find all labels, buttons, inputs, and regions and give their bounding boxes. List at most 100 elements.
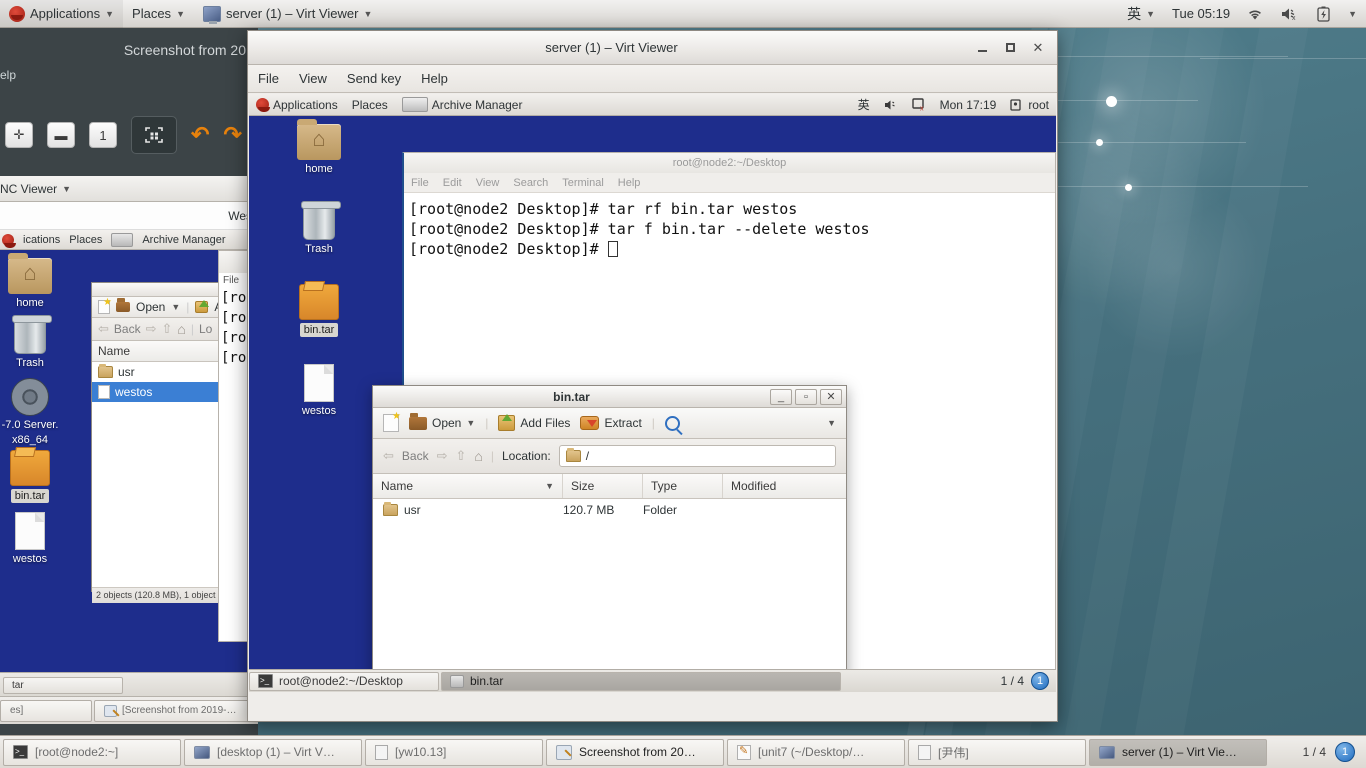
guest-task-archive[interactable]: bin.tar: [441, 671, 841, 691]
bg-host-task[interactable]: [Screenshot from 2019-…: [94, 699, 254, 722]
new-archive-icon[interactable]: [383, 411, 401, 432]
rotate-left-icon[interactable]: ↶: [191, 122, 209, 148]
location-input[interactable]: /: [558, 445, 836, 467]
guest-applications-menu[interactable]: Applications: [249, 94, 345, 116]
guest-desktop-icon-bintar[interactable]: bin.tar: [284, 284, 354, 337]
guest-clock[interactable]: Mon 17:19: [933, 94, 1004, 116]
zoom-out-icon[interactable]: ▬: [47, 122, 75, 148]
up-icon[interactable]: ⇧: [162, 321, 173, 337]
zoom-in-icon[interactable]: ✛: [5, 122, 33, 148]
rotate-right-icon[interactable]: ↷: [223, 122, 241, 148]
forward-icon[interactable]: ⇨: [146, 321, 157, 337]
bg-desktop-icon-trash[interactable]: Trash: [0, 315, 65, 369]
applications-menu[interactable]: Applications ▼: [0, 0, 124, 28]
menu-file[interactable]: File: [248, 67, 289, 90]
open-button[interactable]: Open ▼: [409, 412, 475, 430]
search-icon[interactable]: [664, 415, 680, 431]
minimize-button[interactable]: [975, 41, 989, 55]
chevron-down-icon[interactable]: ▼: [466, 418, 475, 428]
forward-icon[interactable]: ⇨: [437, 448, 448, 464]
guest-screen[interactable]: Applications Places Archive Manager 英 x …: [249, 94, 1056, 692]
host-task-desktop-virt-viewer[interactable]: [desktop (1) – Virt V…: [184, 738, 362, 766]
guest-desktop[interactable]: home Trash bin.tar westos root@n: [249, 116, 1056, 692]
host-task-yw1013[interactable]: [yw10.13]: [365, 738, 543, 766]
input-method-indicator[interactable]: 英 ▼: [1118, 0, 1164, 28]
background-viewer-selector[interactable]: NC Viewer ▼: [0, 176, 258, 202]
host-task-screenshot[interactable]: Screenshot from 20…: [546, 738, 724, 766]
maximize-button[interactable]: ▫: [795, 388, 817, 405]
window-menu-virt-viewer[interactable]: server (1) – Virt Viewer ▼: [194, 0, 381, 28]
guest-taskbar: >_ root@node2:~/Desktop bin.tar 1 / 4 1: [249, 669, 1056, 692]
terminal-menu-help[interactable]: Help: [611, 177, 648, 189]
bg-guest-task[interactable]: tar: [3, 677, 123, 694]
background-screenshot-viewer[interactable]: Screenshot from 20 elp ✛ ▬ 1 ↶ ↷ NC View…: [0, 28, 258, 766]
home-icon[interactable]: ⌂: [177, 321, 185, 337]
menu-view[interactable]: View: [289, 67, 337, 90]
close-button[interactable]: ✕: [1031, 41, 1045, 55]
volume-muted-icon[interactable]: x: [1272, 0, 1308, 28]
terminal-menu-search[interactable]: Search: [506, 177, 555, 189]
menu-send-key[interactable]: Send key: [337, 67, 411, 90]
column-header-type[interactable]: Type: [643, 474, 723, 498]
host-task-terminal[interactable]: >_ [root@node2:~]: [3, 738, 181, 766]
virt-viewer-titlebar[interactable]: server (1) – Virt Viewer ✕: [248, 31, 1057, 65]
extract-button[interactable]: Extract: [580, 416, 642, 430]
chevron-down-icon[interactable]: ▼: [171, 302, 180, 312]
archive-manager-window[interactable]: bin.tar _ ▫ ✕ Open ▼: [372, 385, 847, 692]
guest-desktop-icon-westos[interactable]: westos: [284, 364, 354, 417]
column-header-modified[interactable]: Modified: [723, 474, 846, 498]
system-menu-caret[interactable]: ▼: [1339, 0, 1366, 28]
terminal-menu-edit[interactable]: Edit: [436, 177, 469, 189]
host-task-unit7[interactable]: [unit7 (~/Desktop/…: [727, 738, 905, 766]
menu-help[interactable]: Help: [411, 67, 458, 90]
back-icon[interactable]: ⇦: [383, 448, 394, 464]
guest-network-icon[interactable]: x: [905, 94, 933, 116]
close-button[interactable]: ✕: [820, 388, 842, 405]
terminal-titlebar[interactable]: root@node2:~/Desktop: [404, 153, 1055, 173]
add-files-icon[interactable]: [195, 300, 210, 313]
archive-manager-titlebar[interactable]: bin.tar _ ▫ ✕: [373, 386, 846, 408]
guest-volume-icon[interactable]: [877, 94, 905, 116]
back-icon[interactable]: ⇦: [98, 321, 109, 337]
bg-desktop-icon-cd[interactable]: -7.0 Server. x86_64: [0, 378, 65, 446]
guest-desktop-icon-home[interactable]: home: [284, 119, 354, 175]
terminal-output[interactable]: [root@node2 Desktop]# tar rf bin.tar wes…: [404, 193, 1055, 265]
column-header-size[interactable]: Size: [563, 474, 643, 498]
add-files-button[interactable]: Add Files: [498, 414, 570, 431]
zoom-normal-icon[interactable]: 1: [89, 122, 117, 148]
bg-desktop-icon-bintar[interactable]: bin.tar: [0, 450, 65, 503]
guest-places-menu[interactable]: Places: [345, 94, 395, 116]
bg-host-task[interactable]: es]: [0, 699, 92, 722]
guest-ime-indicator[interactable]: 英: [851, 94, 877, 116]
background-app-menu-help[interactable]: elp: [0, 58, 258, 82]
host-workspace-badge[interactable]: 1: [1335, 742, 1355, 762]
minimize-button[interactable]: _: [770, 388, 792, 405]
home-icon[interactable]: ⌂: [474, 448, 482, 464]
bg-desktop-icon-westos[interactable]: westos: [0, 512, 65, 565]
guest-desktop-icon-trash[interactable]: Trash: [284, 201, 354, 255]
terminal-menu-view[interactable]: View: [469, 177, 507, 189]
toolbar-overflow-chevron-down-icon[interactable]: ▼: [827, 418, 836, 428]
guest-task-terminal[interactable]: >_ root@node2:~/Desktop: [249, 671, 439, 691]
terminal-menu-terminal[interactable]: Terminal: [555, 177, 611, 189]
column-header-name[interactable]: Name ▼: [373, 474, 563, 498]
places-menu[interactable]: Places ▼: [123, 0, 194, 28]
clock[interactable]: Tue 05:19: [1164, 6, 1238, 21]
guest-active-app[interactable]: Archive Manager: [395, 94, 530, 116]
guest-workspace-badge[interactable]: 1: [1031, 672, 1049, 690]
best-fit-icon[interactable]: [131, 116, 177, 154]
host-task-server-virt-viewer[interactable]: server (1) – Virt Vie…: [1089, 738, 1267, 766]
terminal-menu-file[interactable]: File: [404, 177, 436, 189]
up-icon[interactable]: ⇧: [456, 448, 467, 464]
host-task-yinwei[interactable]: [尹伟]: [908, 738, 1086, 766]
maximize-button[interactable]: [1003, 41, 1017, 55]
open-folder-icon[interactable]: [116, 298, 130, 312]
table-row[interactable]: usr 120.7 MB Folder: [373, 499, 846, 521]
bg-desktop-icon-home[interactable]: home: [0, 253, 65, 309]
wifi-icon[interactable]: [1238, 0, 1272, 28]
virt-viewer-window[interactable]: server (1) – Virt Viewer ✕ File View Sen…: [247, 30, 1058, 722]
guest-user-menu[interactable]: root: [1003, 94, 1056, 116]
battery-icon[interactable]: [1308, 0, 1339, 28]
new-archive-icon[interactable]: [98, 297, 112, 314]
archive-file-list[interactable]: usr 120.7 MB Folder: [373, 499, 846, 692]
